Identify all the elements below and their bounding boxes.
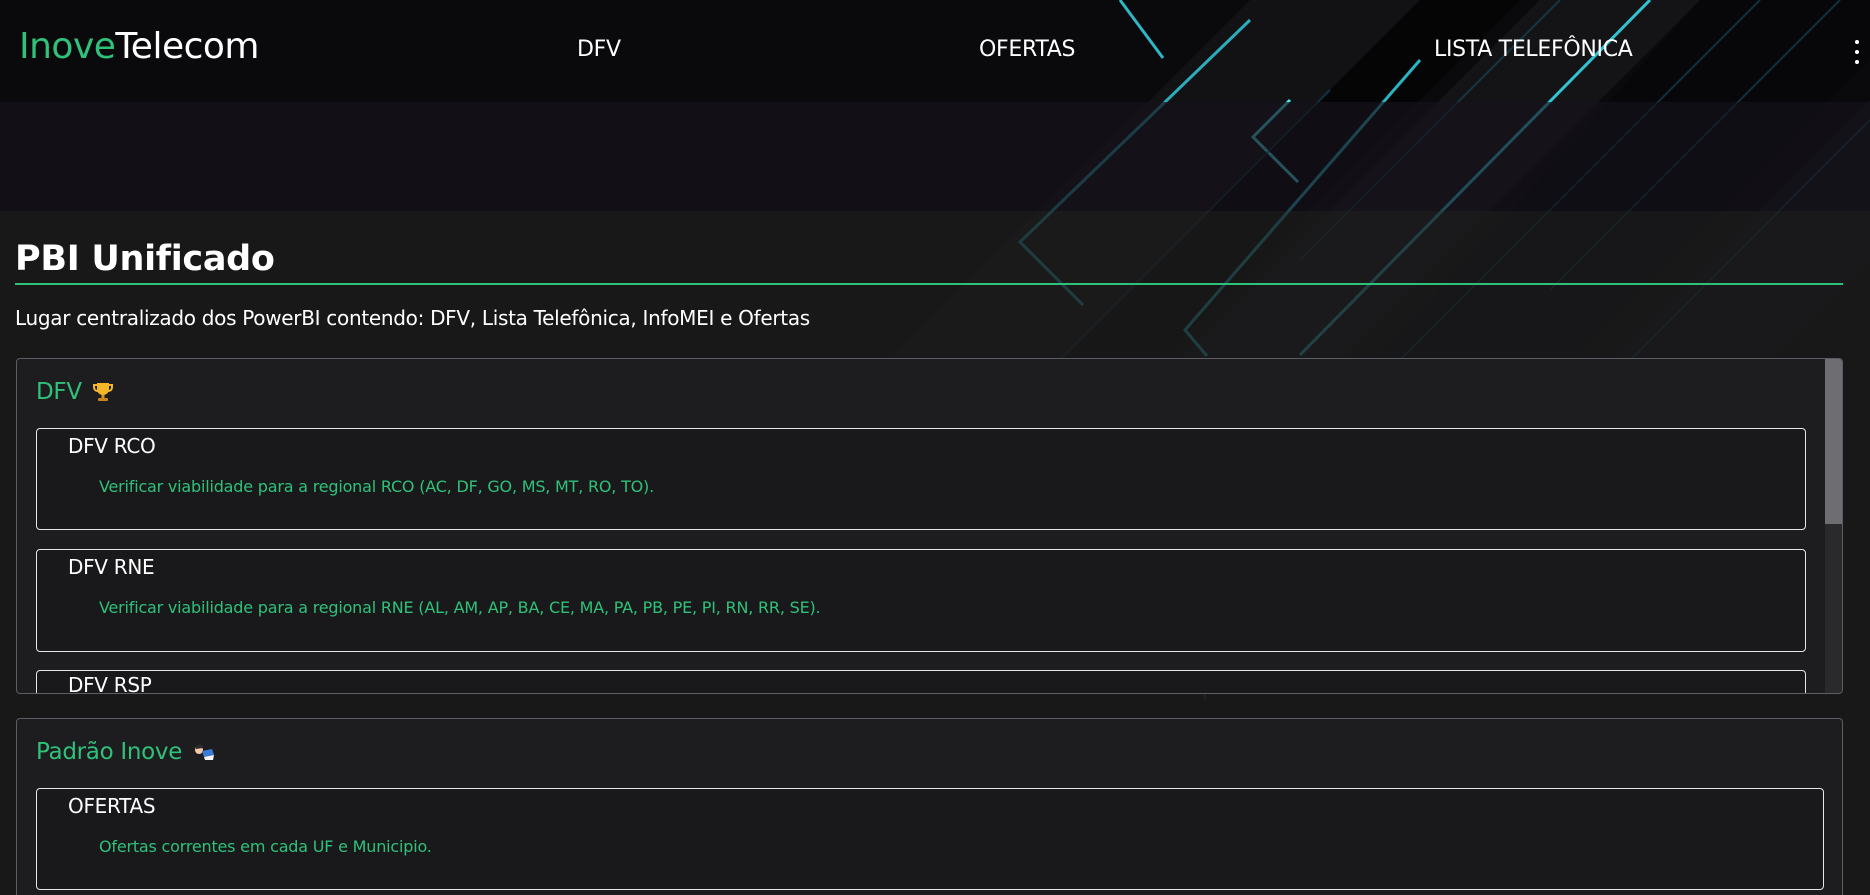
card-title: DFV RNE	[68, 555, 155, 579]
card-description: Verificar viabilidade para a regional RC…	[99, 477, 654, 496]
card-dfv-rco[interactable]: DFV RCO Verificar viabilidade para a reg…	[36, 428, 1806, 530]
card-dfv-rsp[interactable]: DFV RSP	[36, 670, 1806, 694]
card-title: DFV RCO	[68, 434, 156, 458]
main-content: PBI Unificado Lugar centralizado dos Pow…	[0, 211, 1870, 895]
card-description: Ofertas correntes em cada UF e Municipio…	[99, 837, 432, 856]
title-divider	[15, 283, 1843, 285]
section-title-dfv: DFV	[36, 379, 114, 405]
page-description: Lugar centralizado dos PowerBI contendo:…	[15, 306, 810, 330]
nav-link-dfv[interactable]: DFV	[577, 37, 621, 62]
card-title: DFV RSP	[68, 673, 152, 694]
kebab-vertical-icon[interactable]	[1852, 40, 1862, 64]
section-dfv: DFV DFV RCO Verificar viabilidade para a…	[16, 358, 1843, 694]
brand-logo-part2: Telecom	[115, 26, 259, 67]
card-ofertas[interactable]: OFERTAS Ofertas correntes em cada UF e M…	[36, 788, 1824, 890]
card-dfv-rne[interactable]: DFV RNE Verificar viabilidade para a reg…	[36, 549, 1806, 652]
scrollbar-thumb[interactable]	[1825, 359, 1842, 524]
section-padrao-inove: Padrão Inove OFERTAS Ofertas correntes e…	[16, 718, 1843, 895]
section-title-padrao-inove-label: Padrão Inove	[36, 739, 183, 765]
card-title: OFERTAS	[68, 794, 156, 818]
brand-logo[interactable]: InoveTelecom	[19, 26, 259, 67]
nav-link-lista-telefonica[interactable]: LISTA TELEFÔNICA	[1434, 37, 1633, 62]
top-navbar: InoveTelecom DFV OFERTAS LISTA TELEFÔNIC…	[0, 0, 1870, 102]
nav-link-ofertas[interactable]: OFERTAS	[979, 37, 1076, 62]
page-title: PBI Unificado	[15, 239, 275, 279]
card-description: Verificar viabilidade para a regional RN…	[99, 598, 821, 617]
hero-band	[0, 102, 1870, 211]
bowing-person-icon	[195, 744, 215, 760]
panel-scrollbar[interactable]	[1825, 359, 1842, 693]
brand-logo-part1: Inove	[19, 26, 116, 67]
trophy-icon	[92, 383, 113, 401]
section-title-dfv-label: DFV	[36, 379, 82, 405]
section-title-padrao-inove: Padrão Inove	[36, 739, 216, 765]
